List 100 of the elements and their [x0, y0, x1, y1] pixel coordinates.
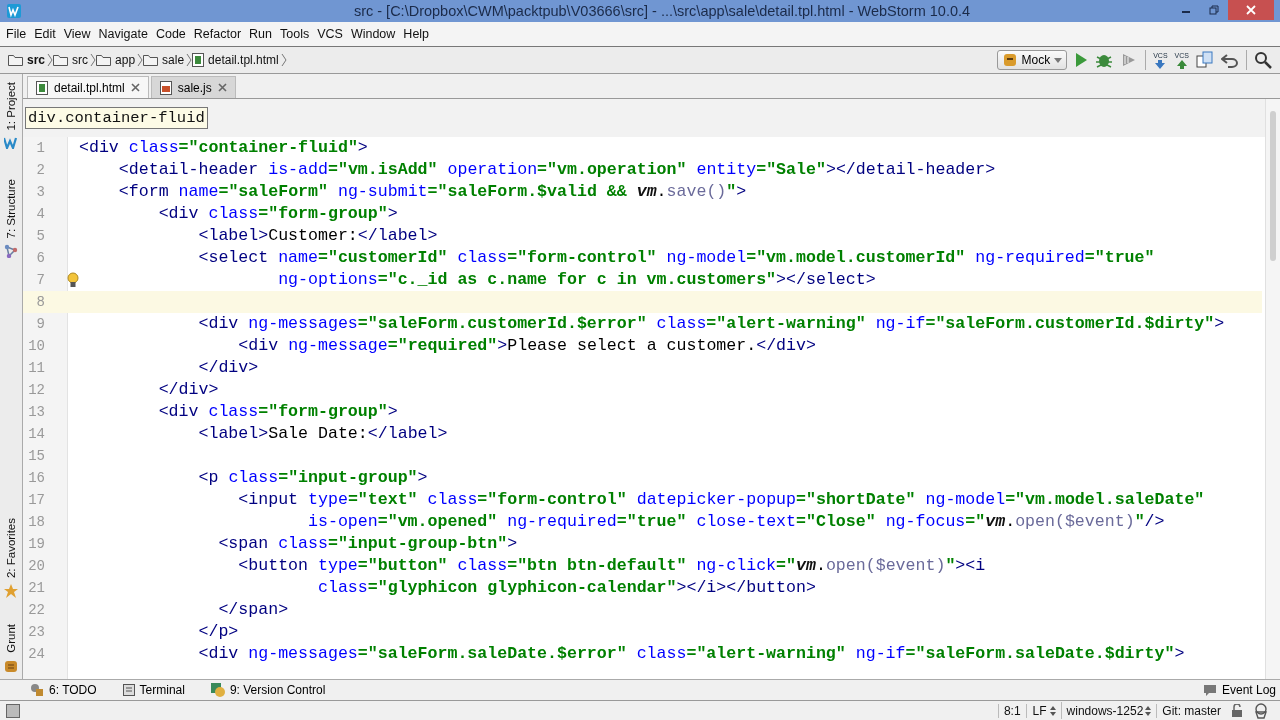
tag-breadcrumb[interactable]: div.container-fluid [25, 107, 208, 129]
tool-window-button[interactable]: 9: Version Control [206, 683, 330, 697]
line-number: 4 [35, 206, 45, 222]
chevron-icon [137, 53, 144, 67]
encoding-selector[interactable]: windows-1252 [1060, 702, 1157, 719]
menu-item[interactable]: Edit [30, 27, 60, 41]
line-number: 22 [27, 602, 45, 618]
tool-window-tab[interactable]: 7: Structure [5, 178, 17, 239]
lock-icon[interactable] [1231, 703, 1243, 718]
run-configuration-dropdown[interactable]: Mock [996, 50, 1068, 70]
close-icon[interactable] [217, 83, 227, 92]
folder-icon [96, 54, 112, 66]
line-separator[interactable]: LF [1031, 703, 1048, 718]
line-number: 18 [27, 514, 45, 530]
code-line: </p> [197, 622, 239, 642]
line-number: 23 [27, 624, 45, 640]
event-log-button[interactable]: Event Log [1198, 683, 1280, 697]
w-logo-icon[interactable] [4, 136, 18, 149]
lightbulb-icon[interactable] [67, 272, 79, 288]
line-number: 24 [27, 646, 45, 662]
line-number: 20 [27, 558, 45, 574]
breadcrumb-item[interactable]: sale [143, 53, 185, 67]
line-number: 14 [27, 426, 45, 442]
line-number: 8 [35, 294, 45, 310]
code-line: ng-options="c._id as c.name for c in vm.customers"></select> [277, 270, 876, 290]
scrollbar-thumb[interactable] [1270, 111, 1276, 261]
chevron-icon [47, 53, 54, 67]
tool-window-button[interactable]: 6: TODO [26, 683, 101, 697]
line-number: 2 [35, 162, 45, 178]
code-line: <label>Sale Date:</label> [197, 424, 448, 444]
code-line: <div ng-message="required">Please select a customer.</div> [237, 336, 816, 356]
inspector-icon[interactable] [1253, 702, 1269, 719]
breadcrumb-item[interactable]: src [53, 53, 89, 67]
line-number: 15 [27, 448, 45, 464]
code-line: is-open="vm.opened" ng-required="true" close-text="Close" ng-focus="vm.open($event)"/> [307, 512, 1165, 532]
code-line: <button type="button" class="btn btn-default" ng-click="vm.open($event)"><i [237, 556, 986, 576]
undo-icon[interactable] [1221, 52, 1239, 68]
tool-window-tab[interactable]: 2: Favorites [5, 518, 17, 579]
html-file-icon [36, 80, 48, 95]
tool-window-tab[interactable]: 1: Project [5, 82, 17, 131]
line-number: 17 [27, 492, 45, 508]
chevron-icon [186, 53, 193, 67]
restore-icon [1209, 5, 1219, 15]
bug-icon[interactable] [1095, 52, 1114, 68]
close-icon [1246, 5, 1256, 15]
grunt-icon [4, 659, 18, 673]
line-number: 19 [27, 536, 45, 552]
tool-window-button[interactable]: Terminal [118, 683, 189, 697]
search-icon[interactable] [1254, 51, 1272, 69]
window-title: src - [C:\Dropbox\CWM\packtpub\V03666\src] - ...\src\app\sale\detail.tpl.html - WebStorm 10.0.4 [352, 3, 972, 19]
line-number: 12 [27, 382, 45, 398]
app-icon [6, 3, 22, 19]
code-line: <div class="form-group"> [157, 402, 398, 422]
code-line: <div ng-messages="saleForm.saleDate.$error" class="alert-warning" ng-if="saleForm.saleDate.$dirty"> [197, 644, 1185, 664]
tool-window-tab[interactable]: Grunt [5, 624, 17, 653]
menu-item[interactable]: Navigate [94, 27, 152, 41]
menu-item[interactable]: Window [346, 27, 400, 41]
caret-position[interactable]: 8:1 [997, 703, 1026, 718]
line-number: 5 [35, 228, 45, 244]
speech-bubble-icon [1202, 684, 1217, 696]
close-icon[interactable] [130, 83, 140, 92]
menu-item[interactable]: Code [151, 27, 190, 41]
code-line: <form name="saleForm" ng-submit="saleForm.$valid && vm.save()"> [117, 182, 747, 202]
breadcrumb-item[interactable]: app [96, 53, 136, 67]
menu-item[interactable]: Tools [276, 27, 314, 41]
editor-tab[interactable]: sale.js [150, 76, 236, 98]
menu-item[interactable]: Run [245, 27, 276, 41]
menu-item[interactable]: View [59, 27, 95, 41]
code-line: </span> [217, 600, 289, 620]
menu-item[interactable]: VCS [313, 27, 347, 41]
code-line: <div class="container-fluid"> [79, 138, 368, 158]
breadcrumb-item[interactable]: detail.tpl.html [192, 53, 279, 67]
tool-windows-icon[interactable] [6, 703, 20, 718]
run-icon[interactable] [1074, 52, 1089, 68]
folder-icon [53, 54, 69, 66]
menu-item[interactable]: Refactor [189, 27, 246, 41]
js-file-icon [159, 80, 172, 95]
config-icon [1001, 52, 1018, 68]
code-line: <div ng-messages="saleForm.customerId.$error" class="alert-warning" ng-if="saleForm.customerId.$dirty"> [197, 314, 1225, 334]
close-button[interactable] [1228, 0, 1274, 20]
html-file-icon [192, 53, 205, 67]
line-number: 11 [27, 360, 45, 376]
code-line: </div> [157, 380, 219, 400]
compare-icon[interactable] [1196, 51, 1214, 69]
code-line: </div> [197, 358, 259, 378]
code-line: class="glyphicon glyphicon-calendar"></i></button> [317, 578, 816, 598]
breadcrumb-item[interactable]: src [8, 53, 46, 67]
line-number: 1 [35, 140, 45, 156]
folder-icon [143, 54, 159, 66]
star-icon [4, 584, 18, 599]
menu-item[interactable]: File [2, 27, 31, 41]
structure-icon [4, 244, 18, 259]
git-branch-selector[interactable]: Git: master [1156, 703, 1226, 718]
code-line: <div class="form-group"> [157, 204, 398, 224]
menu-item[interactable]: Help [399, 27, 434, 41]
editor-tab[interactable]: detail.tpl.html [27, 76, 149, 98]
up-down-icon [1145, 705, 1152, 716]
code-line: <label>Customer:</label> [197, 226, 438, 246]
chevron-icon [280, 53, 287, 67]
line-number: 16 [27, 470, 45, 486]
